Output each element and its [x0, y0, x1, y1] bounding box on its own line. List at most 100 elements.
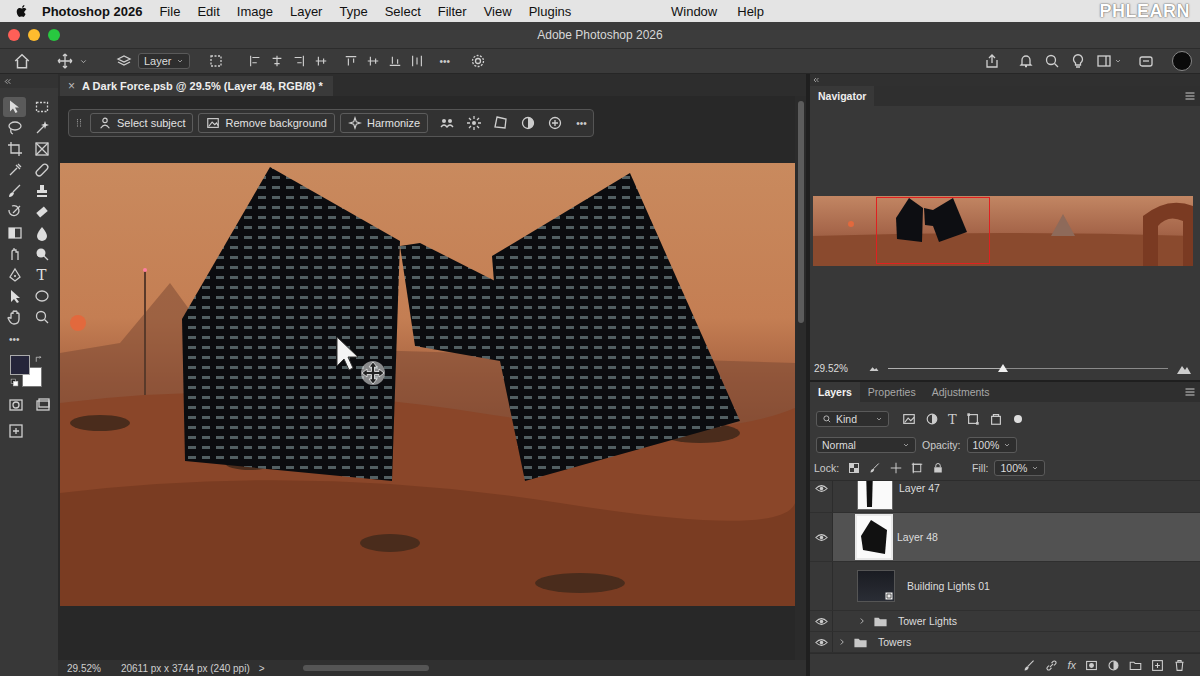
zoom-slider-thumb[interactable]	[998, 364, 1008, 372]
transform-controls-icon[interactable]	[208, 53, 224, 69]
tool-button[interactable]	[3, 223, 26, 243]
lock-position-icon[interactable]	[890, 462, 902, 474]
home-icon[interactable]	[13, 52, 31, 70]
trash-icon[interactable]	[1173, 659, 1186, 672]
layer-row[interactable]: Layer 47	[810, 480, 1200, 513]
tool-button[interactable]	[3, 265, 26, 285]
lock-all-icon[interactable]	[932, 462, 944, 474]
panel-tab-label[interactable]: Layers	[818, 386, 852, 398]
layer-name[interactable]: Layer 48	[897, 531, 938, 543]
layer-row[interactable]: Towers	[810, 632, 1200, 653]
info-menu-button[interactable]: >	[259, 663, 265, 674]
align-icon[interactable]	[388, 54, 402, 68]
tool-button[interactable]	[30, 139, 53, 159]
align-icon[interactable]	[410, 54, 424, 68]
tool-button[interactable]	[3, 97, 26, 117]
share-icon[interactable]	[984, 53, 1000, 69]
layer-content[interactable]: Building Lights 01	[833, 562, 1200, 610]
type-tool-label[interactable]: T	[36, 266, 46, 284]
people-icon[interactable]	[439, 115, 455, 131]
lightbulb-icon[interactable]	[1070, 53, 1086, 69]
visibility-toggle[interactable]	[810, 562, 833, 610]
auto-select-dropdown[interactable]: Layer	[138, 53, 190, 69]
visibility-toggle[interactable]	[810, 513, 833, 561]
default-colors-icon[interactable]	[10, 378, 19, 387]
close-button[interactable]	[8, 29, 20, 41]
zoom-button[interactable]	[48, 29, 60, 41]
opacity-field[interactable]: 100%	[967, 437, 1018, 453]
cloud-docs-icon[interactable]	[1138, 53, 1154, 69]
layer-row[interactable]: Building Lights 01	[810, 562, 1200, 611]
perspective-icon[interactable]	[493, 115, 509, 131]
menu-item[interactable]: Window	[671, 4, 717, 19]
layer-effects-button[interactable]: fx	[1067, 659, 1076, 671]
color-swatches[interactable]	[10, 355, 46, 389]
lock-transparency-icon[interactable]	[848, 462, 860, 474]
menu-item[interactable]: Image	[237, 4, 273, 19]
gear-icon[interactable]	[470, 53, 486, 69]
adjustment-filter-icon[interactable]	[925, 412, 939, 426]
menu-item[interactable]: View	[484, 4, 512, 19]
align-icon[interactable]	[292, 54, 306, 68]
task-bar-button[interactable]: Harmonize	[340, 113, 428, 133]
tool-button[interactable]	[3, 244, 26, 264]
bell-icon[interactable]	[1018, 53, 1034, 69]
menu-item[interactable]: Layer	[290, 4, 323, 19]
fill-field[interactable]: 100%	[994, 460, 1045, 476]
tool-button[interactable]	[30, 202, 53, 222]
panel-tab-label[interactable]: Adjustments	[932, 386, 990, 398]
layer-name[interactable]: Tower Lights	[898, 615, 957, 627]
move-tool-icon[interactable]	[57, 53, 73, 69]
zoom-slider-track[interactable]	[888, 368, 1168, 369]
task-bar-more-button[interactable]: •••	[576, 118, 587, 129]
chevron-down-icon[interactable]	[1114, 57, 1122, 65]
layer-row[interactable]: Layer 48	[810, 513, 1200, 562]
panel-menu-icon[interactable]	[1184, 386, 1196, 398]
layer-mask-icon[interactable]	[1085, 659, 1098, 672]
navigator-zoom-value[interactable]: 29.52%	[814, 363, 848, 374]
drag-handle-icon[interactable]	[73, 117, 85, 129]
blend-mode-value[interactable]: Normal	[822, 439, 856, 451]
navigator-tab[interactable]: Navigator	[810, 86, 874, 106]
visibility-toggle[interactable]	[810, 632, 833, 652]
zoom-in-icon[interactable]	[1176, 360, 1192, 376]
adjustment-layer-icon[interactable]	[1107, 659, 1120, 672]
more-options-button[interactable]: •••	[440, 56, 451, 67]
horizontal-scrollbar-thumb[interactable]	[303, 665, 429, 671]
app-menu[interactable]: Photoshop 2026	[42, 4, 142, 19]
menu-item[interactable]: Plugins	[529, 4, 572, 19]
align-icon[interactable]	[314, 54, 328, 68]
close-tab-button[interactable]: ×	[68, 79, 75, 93]
smart-object-filter-icon[interactable]	[989, 412, 1003, 426]
collapse-icon[interactable]	[812, 76, 820, 84]
foreground-swatch[interactable]	[10, 355, 30, 375]
tool-button[interactable]	[30, 181, 53, 201]
tool-button[interactable]	[3, 160, 26, 180]
layer-name[interactable]: Building Lights 01	[907, 580, 990, 592]
task-bar-button[interactable]: Select subject	[90, 113, 193, 133]
zoom-out-icon[interactable]	[868, 362, 880, 374]
apple-logo-icon[interactable]	[14, 3, 30, 19]
tool-button[interactable]	[3, 307, 26, 327]
shape-filter-icon[interactable]	[966, 412, 980, 426]
tool-button[interactable]	[30, 286, 53, 306]
opacity-value[interactable]: 100%	[973, 439, 1000, 451]
layer-content[interactable]: Layer 47	[833, 480, 1200, 512]
align-icon[interactable]	[270, 54, 284, 68]
layer-content[interactable]: Layer 48	[833, 513, 1200, 561]
lock-artboard-icon[interactable]	[911, 462, 923, 474]
lock-pixels-icon[interactable]	[869, 462, 881, 474]
tool-button[interactable]	[3, 181, 26, 201]
tool-button[interactable]	[30, 223, 53, 243]
tool-button[interactable]	[30, 118, 53, 138]
panel-tab[interactable]: Layers	[810, 382, 860, 402]
task-bar-label[interactable]: Select subject	[117, 117, 185, 129]
tool-button[interactable]	[30, 307, 53, 327]
menu-item[interactable]: Edit	[197, 4, 219, 19]
brush-link-icon[interactable]	[1023, 659, 1036, 672]
workspace-icon[interactable]	[1096, 53, 1112, 69]
panel-menu-icon[interactable]	[1184, 90, 1196, 102]
menu-item[interactable]: File	[159, 4, 180, 19]
tool-button[interactable]	[30, 244, 53, 264]
menu-item[interactable]: Select	[385, 4, 421, 19]
